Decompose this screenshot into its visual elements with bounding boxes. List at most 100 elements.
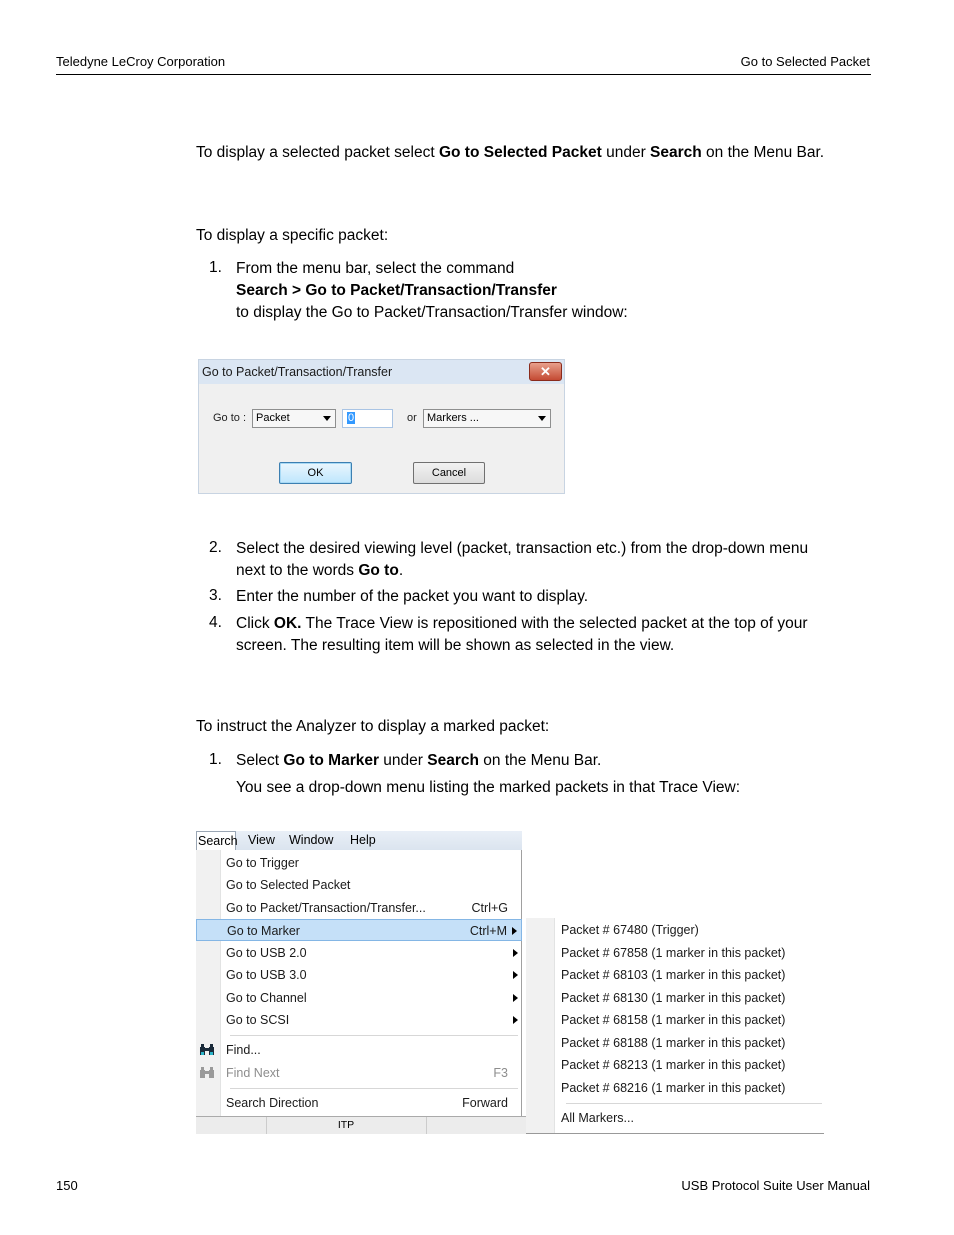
step-text: next to the words Go to. (236, 560, 808, 582)
submenu-item-marker[interactable]: Packet # 68216 (1 marker in this packet) (561, 1077, 785, 1099)
step-text: Enter the number of the packet you want … (236, 588, 589, 605)
text: on the Menu Bar. (701, 144, 825, 161)
header-rule (56, 74, 871, 75)
number-value: 0 (347, 412, 356, 424)
status-cell-itp: ITP (266, 1117, 427, 1134)
menu-separator (230, 1088, 518, 1089)
menu-separator (230, 1035, 518, 1036)
markers-dropdown[interactable]: Markers ... (423, 409, 551, 428)
menu-item-find[interactable]: Find... (196, 1039, 522, 1061)
menu-item-label: Go to Channel (226, 991, 307, 1005)
step-body: Select Go to Marker under Search on the … (236, 750, 740, 799)
menu-separator (566, 1103, 822, 1104)
menu-help[interactable]: Help (350, 831, 376, 850)
text: on the Menu Bar. (478, 752, 602, 769)
bold-text: Go to (358, 562, 399, 579)
search-menu-screenshot: Search View Window Help Go to Trigger Go… (196, 827, 826, 1134)
submenu-item-marker[interactable]: Packet # 67858 (1 marker in this packet) (561, 942, 785, 964)
find-next-icon (200, 1067, 214, 1078)
menu-bar: Search View Window Help (196, 831, 522, 851)
dropdown-arrow-icon (323, 416, 331, 421)
step-body: Click OK. The Trace View is repositioned… (236, 613, 808, 657)
submenu-item-marker[interactable]: Packet # 68188 (1 marker in this packet) (561, 1032, 785, 1054)
submenu-item-marker[interactable]: Packet # 68213 (1 marker in this packet) (561, 1054, 785, 1076)
bold-text: Search (427, 752, 479, 769)
text: Select (236, 752, 284, 769)
step-number: 1. (209, 259, 222, 276)
paragraph-selected-packet: To display a selected packet select Go t… (196, 144, 824, 162)
goto-packet-dialog: Go to Packet/Transaction/Transfer ✕ Go t… (198, 359, 565, 494)
text: The Trace View is repositioned with the … (301, 615, 808, 632)
step-text: From the menu bar, select the command (236, 260, 515, 277)
packet-number-input[interactable]: 0 (342, 409, 393, 428)
close-icon[interactable]: ✕ (529, 362, 562, 381)
menu-item-label: Go to Marker (227, 924, 300, 938)
manual-title: USB Protocol Suite User Manual (681, 1178, 870, 1193)
menu-item-go-to-marker[interactable]: Go to Marker Ctrl+M (196, 919, 522, 941)
menu-item-go-to-usb-3[interactable]: Go to USB 3.0 (196, 964, 522, 986)
menu-item-label: Go to SCSI (226, 1013, 290, 1027)
marker-submenu: Packet # 67480 (Trigger) Packet # 67858 … (526, 918, 824, 1134)
search-dropdown: Go to Trigger Go to Selected Packet Go t… (196, 850, 522, 1116)
binoculars-icon (200, 1044, 214, 1055)
step-number: 3. (209, 587, 222, 604)
menu-window[interactable]: Window (289, 831, 333, 850)
paragraph-specific-packet: To display a specific packet: (196, 227, 389, 244)
menu-item-search-direction[interactable]: Search Direction Forward (196, 1092, 522, 1114)
submenu-item-marker[interactable]: Packet # 67480 (Trigger) (561, 919, 699, 941)
or-label: or (407, 412, 417, 424)
level-value: Packet (256, 412, 290, 424)
menu-item-find-next[interactable]: Find Next F3 (196, 1062, 522, 1084)
markers-value: Markers ... (427, 412, 479, 424)
text: Click (236, 615, 274, 632)
goto-label: Go to : (213, 412, 247, 424)
step-number: 1. (209, 751, 222, 768)
menu-item-shortcut: Ctrl+M (469, 924, 507, 938)
step-text: screen. The resulting item will be shown… (236, 637, 675, 654)
step-number: 2. (209, 539, 222, 556)
menu-item-shortcut: Ctrl+G (471, 901, 508, 915)
submenu-arrow-icon (513, 994, 518, 1002)
level-dropdown[interactable]: Packet (252, 409, 336, 428)
paragraph-marked-packet: To instruct the Analyzer to display a ma… (196, 718, 550, 735)
bold-text: Go to Marker (283, 752, 379, 769)
submenu-arrow-icon (512, 927, 517, 935)
submenu-item-marker[interactable]: Packet # 68103 (1 marker in this packet) (561, 964, 785, 986)
menu-item-label: Go to Packet/Transaction/Transfer... (226, 901, 426, 915)
menu-gutter (526, 918, 555, 1133)
menu-item-go-to-channel[interactable]: Go to Channel (196, 987, 522, 1009)
step-number: 4. (209, 614, 222, 631)
menu-item-go-to-selected-packet[interactable]: Go to Selected Packet (196, 874, 522, 896)
dialog-title: Go to Packet/Transaction/Transfer (199, 360, 564, 384)
menu-search[interactable]: Search (196, 831, 238, 851)
menu-item-go-to-trigger[interactable]: Go to Trigger (196, 852, 522, 874)
cancel-button[interactable]: Cancel (413, 462, 485, 484)
menu-item-label: Find... (226, 1043, 261, 1057)
running-header-right: Go to Selected Packet (740, 54, 870, 69)
submenu-arrow-icon (513, 1016, 518, 1024)
menu-item-label: Find Next (226, 1066, 280, 1080)
bold-text: Go to Selected Packet (438, 144, 602, 161)
menu-path: Search > Go to Packet/Transaction/Transf… (236, 282, 557, 299)
step-text: to display the Go to Packet/Transaction/… (236, 304, 628, 321)
menu-item-shortcut: F3 (493, 1066, 508, 1080)
bold-text: Search (650, 144, 702, 161)
menu-item-go-to-usb-2[interactable]: Go to USB 2.0 (196, 942, 522, 964)
status-bar: ITP (196, 1116, 526, 1134)
menu-item-label: Go to USB 3.0 (226, 968, 307, 982)
step-note: You see a drop-down menu listing the mar… (236, 779, 741, 796)
menu-item-label: Search Direction (226, 1096, 319, 1110)
menu-item-go-to-packet[interactable]: Go to Packet/Transaction/Transfer... Ctr… (196, 897, 522, 919)
submenu-arrow-icon (513, 949, 518, 957)
page-number: 150 (56, 1178, 78, 1193)
ok-button[interactable]: OK (279, 462, 352, 484)
step-body: From the menu bar, select the command Se… (236, 258, 628, 324)
menu-view[interactable]: View (248, 831, 275, 850)
submenu-item-marker[interactable]: Packet # 68130 (1 marker in this packet) (561, 987, 785, 1009)
submenu-item-all-markers[interactable]: All Markers... (561, 1107, 634, 1129)
step-text: Click OK. The Trace View is repositioned… (236, 613, 808, 635)
menu-item-label: Go to Trigger (226, 856, 299, 870)
menu-item-go-to-scsi[interactable]: Go to SCSI (196, 1009, 522, 1031)
status-cell (196, 1117, 267, 1134)
submenu-item-marker[interactable]: Packet # 68158 (1 marker in this packet) (561, 1009, 785, 1031)
